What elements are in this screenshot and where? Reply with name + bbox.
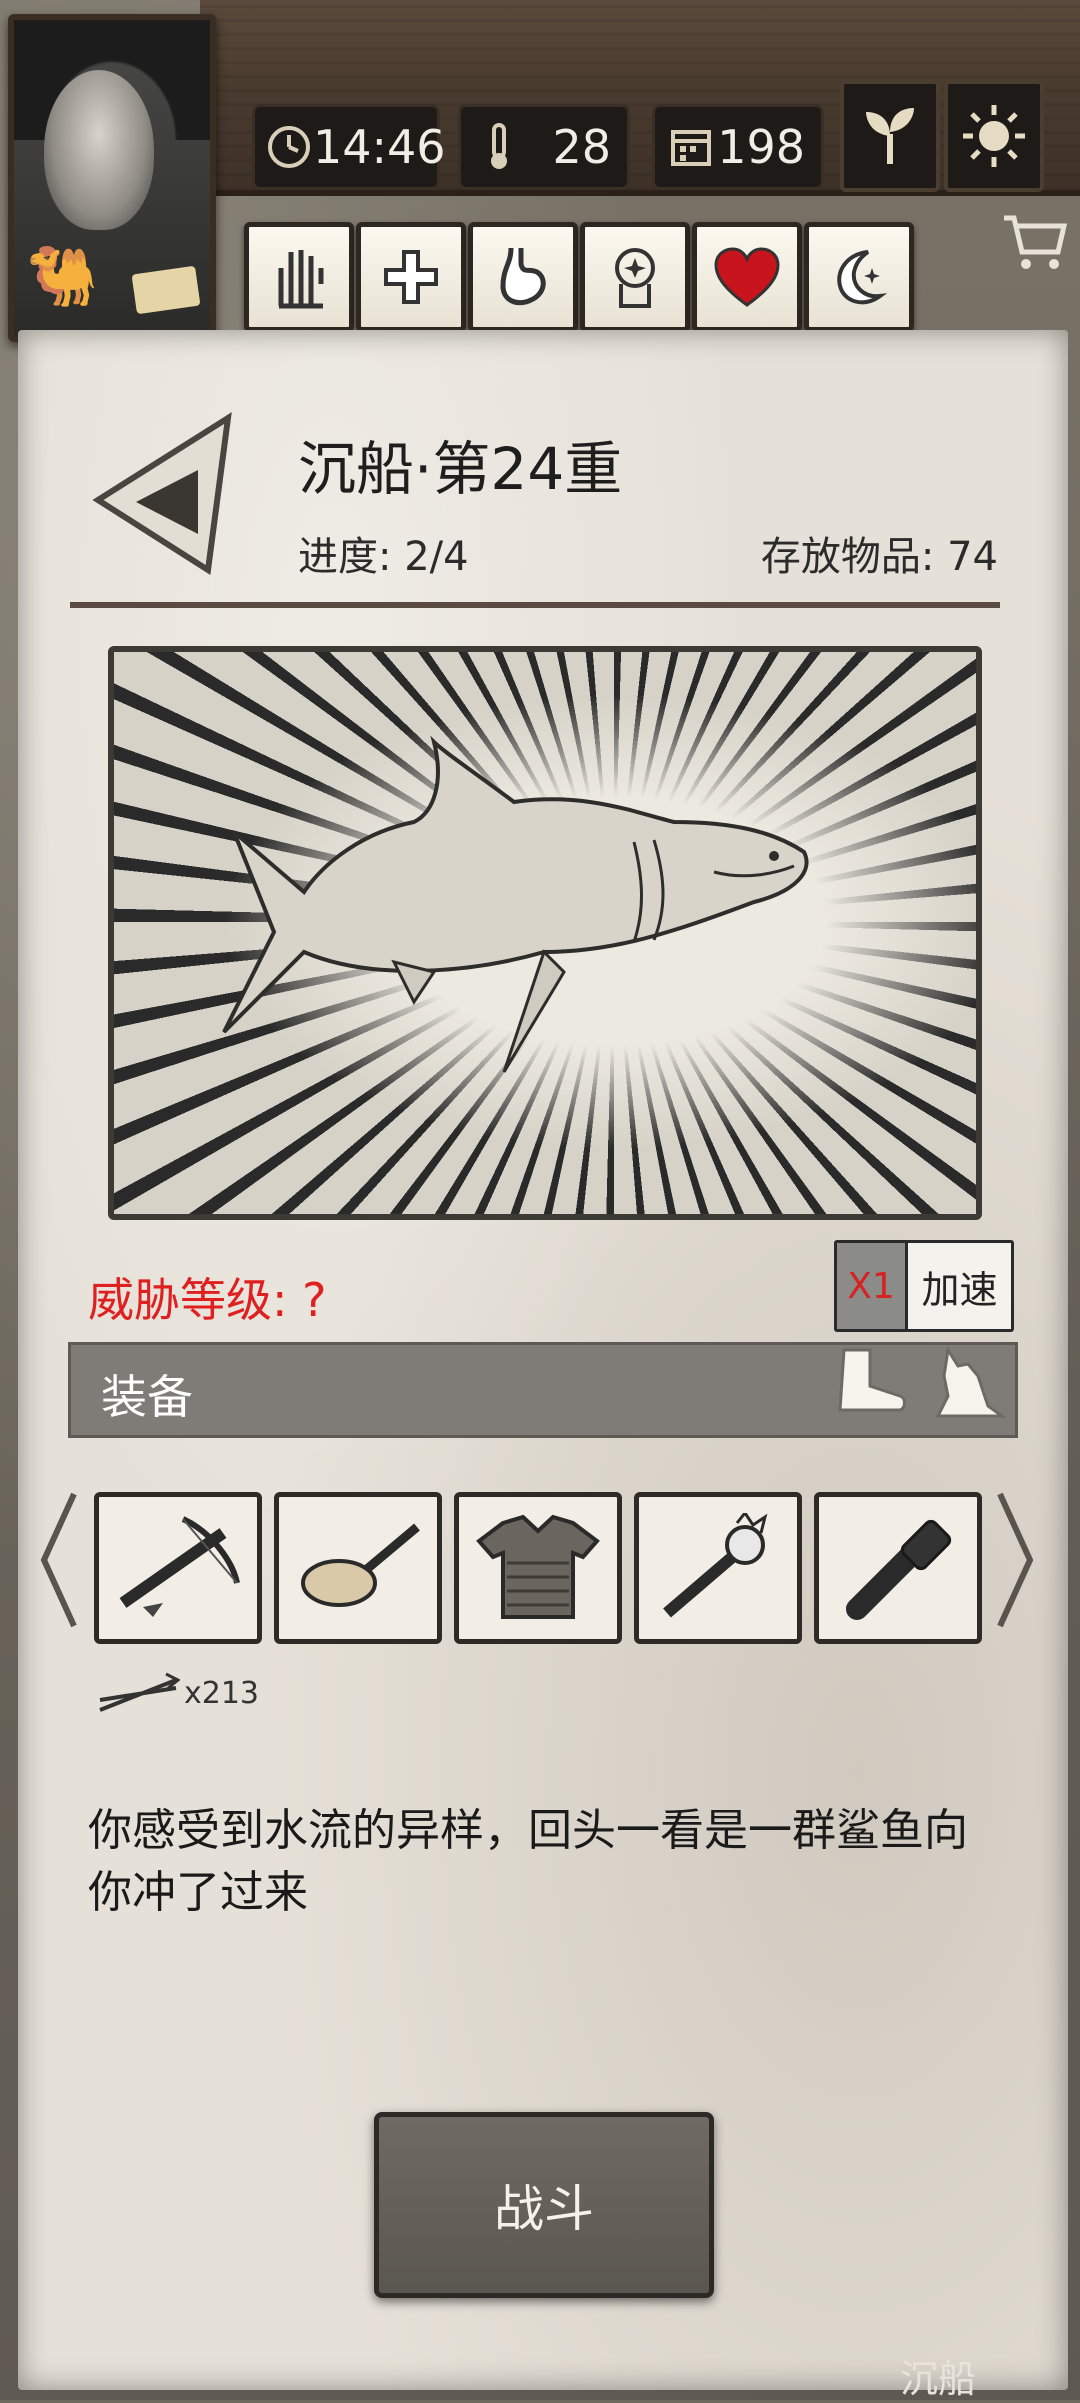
equipment-label: 装备: [101, 1370, 193, 1424]
thermometer-icon: [471, 119, 527, 175]
chevron-left-icon: [40, 1492, 77, 1628]
avatar[interactable]: 🐫: [8, 14, 216, 342]
back-button[interactable]: [88, 410, 238, 580]
scroll-icon: [131, 265, 201, 315]
torch-icon: [663, 1513, 768, 1618]
chain-armor-icon: [476, 1514, 600, 1619]
fight-button[interactable]: 战斗: [374, 2112, 714, 2298]
frying-pan-icon: [301, 1523, 420, 1607]
equipment-slot-chain-armor[interactable]: [454, 1492, 622, 1644]
wolf-icon[interactable]: [928, 1345, 1008, 1437]
heart-status-button[interactable]: [692, 222, 802, 332]
stomach-icon: [500, 247, 546, 306]
equipment-slot-torch[interactable]: [634, 1492, 802, 1644]
health-cross-icon: [384, 250, 438, 304]
shark-icon: [222, 735, 809, 1073]
temperature-value: 28: [552, 120, 611, 174]
divider: [70, 602, 1000, 608]
threat-level: 威胁等级: ?: [88, 1273, 327, 1327]
calendar-icon: [665, 119, 717, 175]
page-title: 沉船·第24重: [298, 435, 623, 503]
sun-icon: [963, 105, 1025, 167]
chevron-right-icon: [997, 1492, 1034, 1628]
cart-icon[interactable]: [1000, 210, 1070, 290]
heart-icon: [714, 247, 780, 307]
progress-text: 进度: 2/4: [298, 534, 469, 580]
sprout-icon: [866, 108, 914, 164]
hand-status-button[interactable]: [244, 222, 354, 332]
speed-multiplier: X1: [837, 1243, 908, 1329]
arrows-icon: [96, 1670, 181, 1731]
sleep-status-button[interactable]: [804, 222, 914, 332]
shark-illustration: [108, 646, 982, 1220]
boot-icon[interactable]: [830, 1346, 910, 1433]
equipment-slot-crossbow[interactable]: [94, 1492, 262, 1644]
camel-icon: 🐫: [26, 242, 99, 310]
plant-button[interactable]: [840, 80, 940, 192]
speed-label: 加速: [921, 1267, 998, 1312]
time-value: 14:46: [313, 120, 446, 174]
day-display: 198: [652, 104, 824, 190]
equipment-slot-frying-pan[interactable]: [274, 1492, 442, 1644]
hand-icon: [278, 250, 324, 309]
equipment-slot-flashlight[interactable]: [814, 1492, 982, 1644]
speed-toggle[interactable]: X1 加速: [834, 1240, 1014, 1332]
weather-button[interactable]: [944, 80, 1044, 192]
back-arrow-icon: [92, 412, 232, 576]
portrait-face: [44, 70, 154, 230]
mind-icon: [615, 248, 655, 308]
next-equipment-button[interactable]: [996, 1490, 1036, 1656]
crossbow-icon: [119, 1516, 240, 1617]
moon-icon: [837, 250, 888, 305]
flashlight-icon: [846, 1519, 952, 1620]
prev-equipment-button[interactable]: [38, 1490, 78, 1656]
temperature-display: 28: [458, 104, 630, 190]
storage-text: 存放物品: 74: [760, 534, 998, 580]
ammo-count: x213: [184, 1676, 260, 1711]
clock-icon: [265, 119, 313, 175]
day-value: 198: [717, 120, 805, 174]
mind-status-button[interactable]: [580, 222, 690, 332]
time-display: 14:46: [252, 104, 446, 190]
footer-location: 沉船: [900, 2357, 977, 2401]
event-description: 你感受到水流的异样，回头一看是一群鲨鱼向你冲了过来: [88, 1805, 968, 1918]
health-status-button[interactable]: [356, 222, 466, 332]
hunger-status-button[interactable]: [468, 222, 578, 332]
